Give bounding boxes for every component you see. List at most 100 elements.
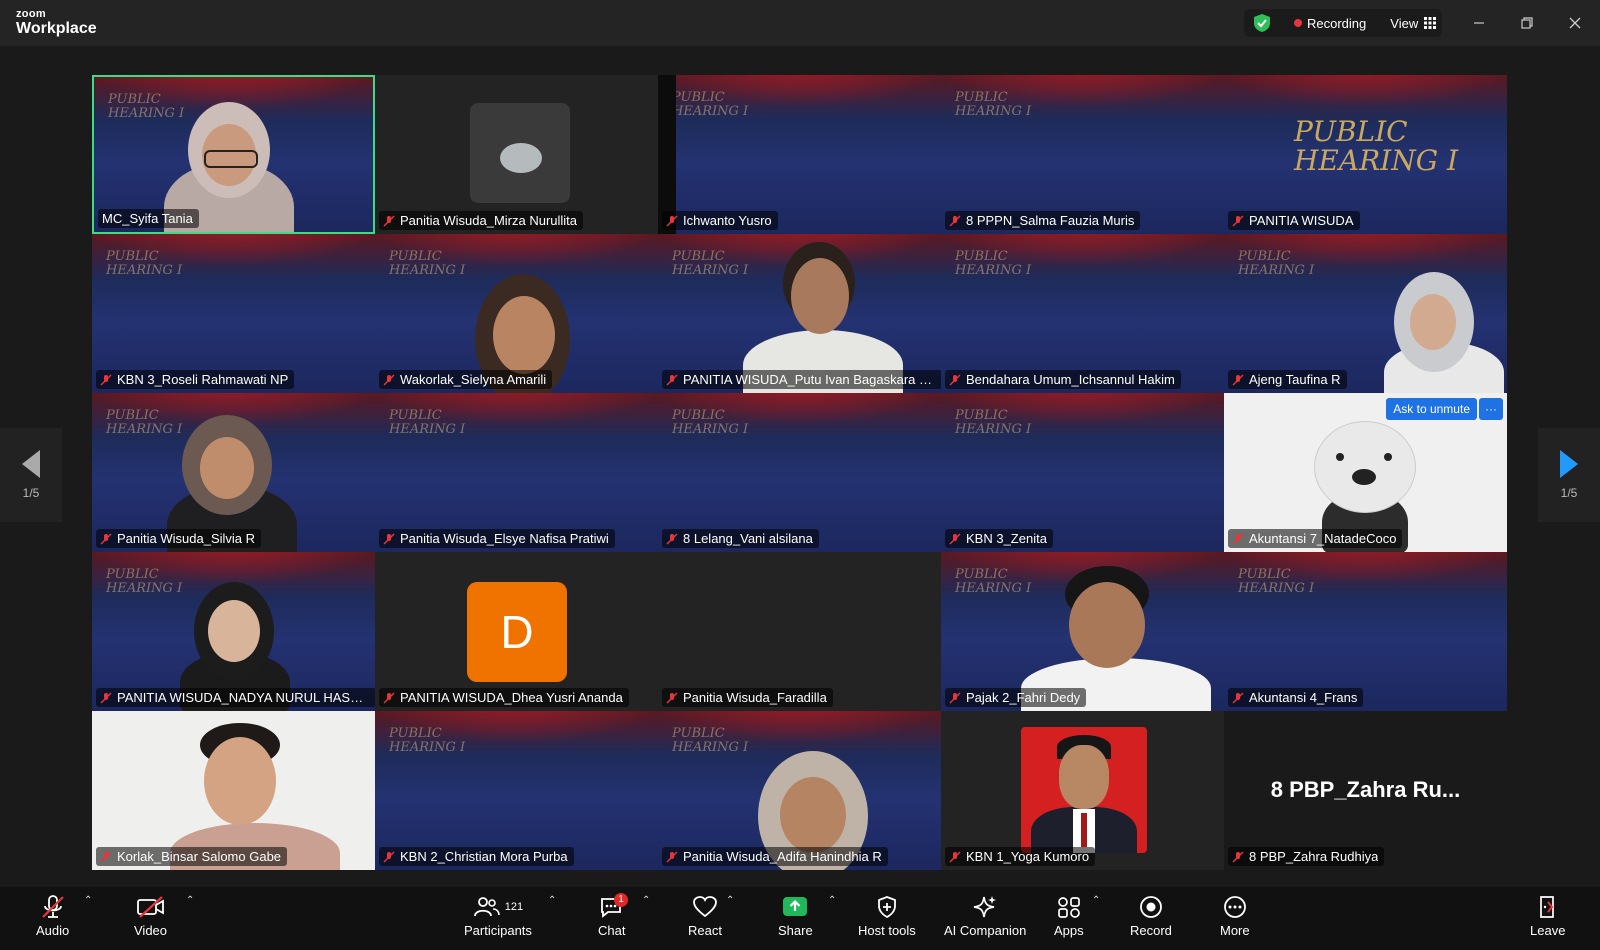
participant-name-tag: PANITIA WISUDA_Dhea Yusri Ananda (379, 688, 629, 707)
muted-microphone-icon (949, 851, 961, 862)
participant-name-tag: KBN 3_Roseli Rahmawati NP (96, 370, 295, 389)
watermark: PUBLIC HEARING I (1238, 567, 1315, 596)
recording-label[interactable]: Recording (1307, 16, 1366, 31)
video-tile[interactable]: PUBLIC HEARING I KBN 3_Roseli Rahmawati N… (92, 234, 375, 393)
video-tile[interactable]: PUBLIC HEARING I Panitia Wisuda_Silvia R (92, 393, 375, 552)
watermark: PUBLIC HEARING I (106, 408, 183, 437)
video-tile[interactable]: PUBLIC HEARING I MC_Syifa Tania (92, 75, 375, 234)
security-shield-icon[interactable] (1252, 13, 1272, 33)
ai-companion-label: AI Companion (944, 923, 1027, 938)
microphone-muted-icon (41, 895, 64, 918)
video-tile[interactable]: PUBLIC HEARING I Ichwanto Yusro (658, 75, 941, 234)
video-tile[interactable]: PUBLIC HEARING I PANITIA WISUDA_Putu Ivan… (658, 234, 941, 393)
close-button[interactable] (1564, 12, 1586, 34)
video-tile[interactable]: PUBLIC HEARING I 8 PPPN_Salma Fauzia Muri… (941, 75, 1224, 234)
share-button[interactable]: Share (778, 895, 813, 938)
more-button[interactable]: More (1220, 895, 1250, 938)
muted-microphone-icon (383, 851, 395, 862)
host-tools-label: Host tools (858, 923, 916, 938)
video-tile[interactable]: KBN 1_Yoga Kumoro (941, 711, 1224, 870)
muted-microphone-icon (383, 374, 395, 385)
video-tile[interactable]: 8 PBP_Zahra Ru... 8 PBP_Zahra Rudhiya (1224, 711, 1507, 870)
video-tile[interactable]: PUBLIC HEARING I Pajak 2_Fahri Dedy (941, 552, 1224, 711)
chat-options-caret-icon[interactable]: ⌃ (642, 895, 650, 906)
react-button[interactable]: React (688, 895, 722, 938)
video-tile[interactable]: PUBLIC HEARING I PANITIA WISUDA_NADYA NUR… (92, 552, 375, 711)
video-tile[interactable]: PUBLIC HEARING I Panitia Wisuda_Adifa Han… (658, 711, 941, 870)
apps-button[interactable]: Apps (1054, 895, 1084, 938)
restore-button[interactable] (1516, 12, 1538, 34)
video-tile[interactable]: PUBLIC HEARING I PANITIA WISUDA (1224, 75, 1507, 234)
minimize-button[interactable] (1468, 12, 1490, 34)
video-options-caret-icon[interactable]: ⌃ (186, 895, 194, 906)
participant-name-tag: Akuntansi 7_NatadeCoco (1228, 529, 1403, 548)
audio-options-caret-icon[interactable]: ⌃ (84, 895, 92, 906)
shield-icon (878, 896, 896, 919)
video-tile[interactable]: PUBLIC HEARING I KBN 2_Christian Mora Pur… (375, 711, 658, 870)
video-tile[interactable]: Panitia Wisuda_Faradilla (658, 552, 941, 711)
more-dots-icon (1223, 896, 1246, 918)
participant-name-tag: 8 Lelang_Vani alsilana (662, 529, 819, 548)
watermark: PUBLIC HEARING I (389, 249, 466, 278)
react-label: React (688, 923, 722, 938)
video-button[interactable]: Video (134, 895, 167, 938)
title-bar: zoom Workplace Recording View (0, 0, 1600, 46)
video-tile[interactable]: PUBLIC HEARING I Bendahara Umum_Ichsannul… (941, 234, 1224, 393)
muted-microphone-icon (666, 851, 678, 862)
record-button[interactable]: Record (1130, 895, 1172, 938)
ai-companion-button[interactable]: AI Companion (944, 895, 1026, 938)
video-tile[interactable]: PUBLIC HEARING I Ajeng Taufina R (1224, 234, 1507, 393)
participants-button[interactable]: 121 Participants (464, 895, 532, 938)
participants-options-caret-icon[interactable]: ⌃ (548, 895, 556, 906)
view-button[interactable]: View (1390, 15, 1437, 31)
host-tools-button[interactable]: Host tools (858, 895, 916, 938)
leave-label: Leave (1530, 923, 1566, 938)
muted-microphone-icon (666, 533, 678, 544)
share-options-caret-icon[interactable]: ⌃ (828, 895, 836, 906)
record-label: Record (1130, 923, 1172, 938)
triangle-left-icon (22, 450, 40, 478)
video-tile[interactable]: PUBLIC HEARING I Akuntansi 4_Frans (1224, 552, 1507, 711)
video-tile[interactable]: D PANITIA WISUDA_Dhea Yusri Ananda (375, 552, 658, 711)
more-label: More (1220, 923, 1250, 938)
participants-count: 121 (504, 901, 524, 913)
meeting-status-pill: Recording View (1244, 9, 1442, 37)
leave-button[interactable]: Leave (1530, 895, 1565, 938)
view-label: View (1390, 15, 1419, 31)
muted-microphone-icon (383, 692, 395, 703)
video-tile[interactable]: PUBLIC HEARING I KBN 3_Zenita (941, 393, 1224, 552)
watermark: PUBLIC HEARING I (955, 567, 1032, 596)
apps-icon (1057, 897, 1080, 918)
participant-name-tag: Wakorlak_Sielyna Amarili (379, 370, 553, 389)
video-tile[interactable]: PUBLIC HEARING I Panitia Wisuda_Elsye Naf… (375, 393, 658, 552)
sparkle-icon (974, 896, 997, 918)
apps-options-caret-icon[interactable]: ⌃ (1092, 895, 1100, 906)
video-tile[interactable]: Ask to unmute ··· Akuntansi 7_NatadeCoco (1224, 393, 1507, 552)
participant-name-tag: Akuntansi 4_Frans (1228, 688, 1364, 707)
meeting-toolbar: Audio ⌃ Video ⌃ 121 Participants ⌃ Chat … (0, 887, 1600, 950)
participant-name-tag: PANITIA WISUDA (1228, 211, 1360, 230)
audio-button[interactable]: Audio (36, 895, 69, 938)
video-tile[interactable]: PUBLIC HEARING I 8 Lelang_Vani alsilana (658, 393, 941, 552)
chat-unread-badge: 1 (614, 893, 628, 907)
previous-page-button[interactable]: 1/5 (0, 428, 62, 522)
participant-name-tag: MC_Syifa Tania (98, 209, 199, 228)
video-tile[interactable]: PUBLIC HEARING I Wakorlak_Sielyna Amarili (375, 234, 658, 393)
watermark: PUBLIC HEARING I (389, 726, 466, 755)
muted-microphone-icon (100, 374, 112, 385)
muted-microphone-icon (1232, 215, 1244, 226)
participant-name-tag: Bendahara Umum_Ichsannul Hakim (945, 370, 1181, 389)
video-tile[interactable]: Panitia Wisuda_Mirza Nurullita (375, 75, 658, 234)
ask-to-unmute-button[interactable]: Ask to unmute (1386, 398, 1477, 420)
audio-label: Audio (36, 923, 70, 938)
video-tile[interactable]: Korlak_Binsar Salomo Gabe (92, 711, 375, 870)
profile-picture (470, 103, 570, 203)
tile-more-options-button[interactable]: ··· (1479, 398, 1503, 420)
brand-big: Workplace (16, 20, 97, 37)
triangle-right-icon (1560, 450, 1578, 478)
next-page-button[interactable]: 1/5 (1538, 428, 1600, 522)
record-icon (1140, 896, 1162, 918)
react-options-caret-icon[interactable]: ⌃ (726, 895, 734, 906)
chat-button[interactable]: Chat 1 (598, 893, 628, 938)
participants-icon (473, 897, 500, 917)
